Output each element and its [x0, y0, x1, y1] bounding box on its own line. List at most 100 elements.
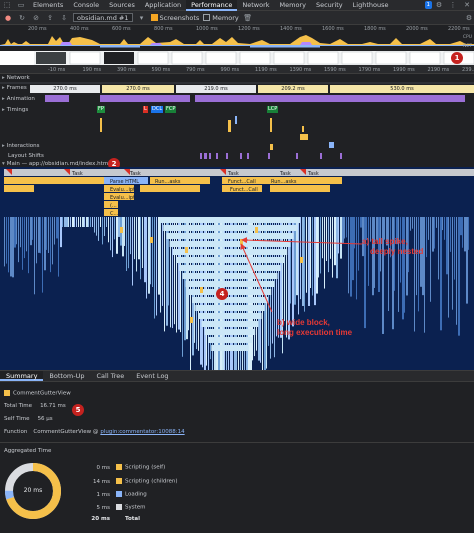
flame-column[interactable]	[452, 217, 453, 310]
animation-bar[interactable]	[195, 95, 465, 102]
flame-column[interactable]	[306, 217, 307, 293]
flame-column[interactable]	[64, 217, 66, 227]
flame-column[interactable]	[416, 217, 417, 296]
flame-column[interactable]	[368, 217, 369, 286]
flame-column[interactable]	[26, 217, 27, 252]
flame-column[interactable]	[332, 217, 333, 278]
flame-column[interactable]	[14, 217, 16, 248]
flame-column[interactable]	[464, 217, 466, 252]
flame-block[interactable]	[270, 185, 330, 192]
reload-record-icon[interactable]: ↻	[17, 13, 27, 23]
flame-column[interactable]	[24, 217, 25, 259]
flame-column[interactable]	[336, 217, 338, 279]
flame-column[interactable]	[12, 217, 14, 278]
flame-column[interactable]	[136, 217, 137, 272]
tab-memory[interactable]: Memory	[275, 0, 311, 11]
task-label-4[interactable]: Task	[280, 171, 291, 177]
flame-column[interactable]	[10, 217, 12, 277]
timing-l[interactable]: L	[143, 106, 148, 113]
timing-fcp[interactable]: FCP	[165, 106, 177, 113]
flame-column[interactable]	[466, 217, 468, 304]
animation-bar[interactable]	[45, 95, 69, 102]
flame-column[interactable]	[360, 217, 362, 228]
capture-settings-gear-icon[interactable]: ⚙	[464, 13, 474, 23]
flame-column[interactable]	[44, 217, 46, 271]
flame-column[interactable]	[162, 217, 163, 306]
flame-block[interactable]	[140, 185, 200, 192]
flame-block[interactable]	[208, 337, 252, 343]
flame-block[interactable]	[200, 287, 203, 293]
tab-network[interactable]: Network	[237, 0, 274, 11]
task-label-2[interactable]: Task	[130, 171, 141, 177]
flame-column[interactable]	[76, 217, 77, 227]
download-icon[interactable]: ⇩	[59, 13, 69, 23]
flame-column[interactable]	[16, 217, 17, 245]
run-tasks-label-2[interactable]: Run...asks	[271, 179, 297, 185]
flame-column[interactable]	[350, 217, 352, 297]
flame-column[interactable]	[92, 217, 93, 227]
flame-column[interactable]	[322, 217, 323, 259]
flame-block[interactable]	[166, 233, 294, 239]
flame-column[interactable]	[28, 217, 29, 274]
flame-column[interactable]	[372, 217, 374, 296]
flame-column[interactable]	[310, 217, 311, 289]
flame-column[interactable]	[412, 217, 413, 229]
main-flame-chart[interactable]: Task Task Task Task Task Parse HTML Run.…	[0, 167, 474, 370]
flame-column[interactable]	[126, 217, 127, 271]
flame-block[interactable]	[240, 239, 243, 245]
task-label-3[interactable]: Task	[228, 171, 239, 177]
flame-column[interactable]	[408, 217, 409, 273]
call-label-1[interactable]: (...	[110, 203, 117, 209]
flame-block[interactable]	[192, 297, 268, 303]
flame-column[interactable]	[112, 217, 113, 258]
flame-column[interactable]	[122, 217, 124, 257]
flame-column[interactable]	[426, 217, 427, 258]
tab-console[interactable]: Console	[68, 0, 104, 11]
flame-column[interactable]	[432, 217, 434, 252]
interaction-bar[interactable]	[329, 142, 334, 148]
flame-column[interactable]	[456, 217, 457, 325]
flame-column[interactable]	[284, 217, 285, 322]
flame-column[interactable]	[326, 217, 327, 261]
flame-column[interactable]	[60, 217, 62, 248]
flame-column[interactable]	[430, 217, 431, 302]
flame-column[interactable]	[428, 217, 429, 240]
flame-column[interactable]	[150, 217, 151, 285]
flame-block[interactable]	[204, 329, 256, 335]
more-options-icon[interactable]: ⋮	[448, 0, 458, 10]
evaluate-script-label-1[interactable]: Evalu...ipt	[110, 187, 135, 193]
flame-column[interactable]	[338, 217, 339, 254]
flame-column[interactable]	[140, 217, 141, 280]
flame-column[interactable]	[446, 217, 448, 275]
network-track-label[interactable]: ▸ Network	[2, 75, 30, 81]
flame-column[interactable]	[450, 217, 451, 252]
flame-column[interactable]	[100, 217, 101, 227]
flame-column[interactable]	[454, 217, 455, 280]
flame-column[interactable]	[382, 217, 384, 334]
flame-column[interactable]	[312, 217, 313, 296]
flame-column[interactable]	[320, 217, 321, 274]
flame-column[interactable]	[414, 217, 415, 332]
flame-column[interactable]	[364, 217, 366, 329]
flame-column[interactable]	[128, 217, 129, 269]
trash-icon[interactable]: 🗑	[243, 13, 253, 23]
flame-block[interactable]	[185, 247, 188, 253]
tab-performance[interactable]: Performance	[186, 0, 238, 11]
flame-column[interactable]	[154, 217, 155, 319]
flame-column[interactable]	[304, 217, 305, 312]
frames-track-label[interactable]: ▸ Frames	[2, 85, 27, 91]
flame-block[interactable]	[201, 321, 259, 327]
flame-column[interactable]	[98, 217, 99, 241]
flame-column[interactable]	[402, 217, 404, 320]
screenshots-checkbox[interactable]	[150, 14, 158, 21]
flame-column[interactable]	[318, 217, 319, 278]
flame-column[interactable]	[74, 217, 75, 227]
flame-column[interactable]	[86, 217, 88, 227]
flame-column[interactable]	[114, 217, 115, 240]
issues-badge[interactable]: 1	[424, 1, 432, 9]
flame-block[interactable]	[150, 237, 153, 243]
flame-column[interactable]	[42, 217, 43, 293]
tab-elements[interactable]: Elements	[28, 0, 68, 11]
flame-column[interactable]	[34, 217, 35, 295]
flame-column[interactable]	[324, 217, 325, 289]
